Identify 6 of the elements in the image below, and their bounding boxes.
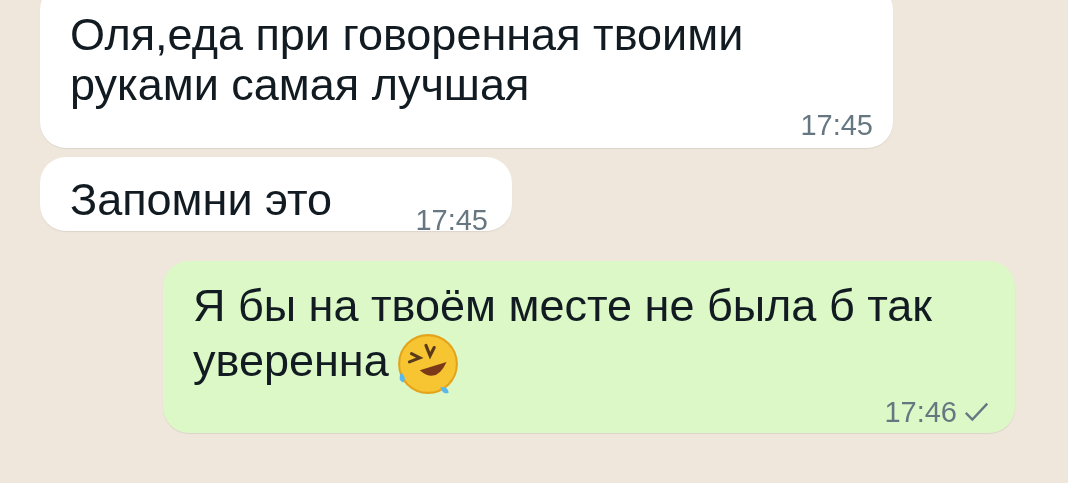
message-time: 17:45 (800, 110, 873, 140)
message-text: Оля,еда при говоренная твоими руками самая лучшая (70, 10, 745, 110)
message-text: Запомни это (70, 175, 333, 225)
message-time: 17:46 (884, 397, 957, 427)
message-time: 17:45 (415, 205, 488, 235)
message-text: Я бы на твоём месте не была б так уверенна (193, 281, 991, 397)
